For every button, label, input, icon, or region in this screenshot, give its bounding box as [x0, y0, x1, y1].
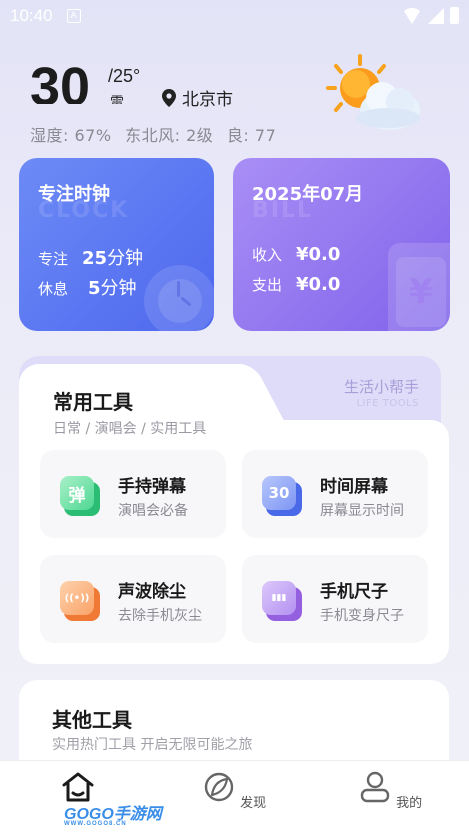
time-screen-icon: 30 [262, 476, 302, 516]
location-pin-icon [162, 88, 176, 107]
tool-soundwave[interactable]: ((•)) 声波除尘 去除手机灰尘 [40, 555, 226, 643]
temperature-low: /25° [108, 66, 141, 86]
focus-value: 25分钟 [82, 248, 144, 269]
tool-desc: 屏幕显示时间 [320, 503, 404, 519]
focus-clock-card[interactable]: 专注时钟 CLOCK 专注 25分钟 休息 5分钟 [19, 158, 214, 331]
income-label: 收入 [252, 246, 283, 264]
tool-name: 声波除尘 [118, 582, 186, 602]
status-bar: 10:40 A [0, 0, 469, 32]
income-row: 收入 ¥0.0 [252, 244, 340, 265]
humidity: 湿度: 67% [30, 126, 112, 145]
income-value: ¥0.0 [296, 244, 341, 265]
bill-card-watermark: BILL [252, 198, 313, 223]
tools-helper-en: LIFE TOOLS [356, 398, 419, 409]
tool-name: 手持弹幕 [118, 477, 186, 497]
location-name: 北京市 [182, 90, 233, 110]
weather-details: 湿度: 67% 东北风: 2级 良: 77 [30, 122, 284, 146]
tool-name: 时间屏幕 [320, 477, 388, 497]
temperature: 30 [30, 60, 91, 104]
user-icon [360, 771, 390, 803]
barrage-icon: 弹 [60, 476, 100, 516]
soundwave-icon: ((•)) [60, 581, 100, 621]
tools-helper-title: 生活小帮手 [343, 378, 419, 396]
expense-value: ¥0.0 [296, 274, 341, 295]
clock-hand-icon [177, 281, 180, 297]
tool-time-screen[interactable]: 30 时间屏幕 屏幕显示时间 [242, 450, 428, 538]
compass-leaf-icon [204, 772, 234, 802]
status-time: 10:40 [10, 6, 53, 25]
rest-value: 5分钟 [88, 278, 137, 299]
ruler-icon: ▮▮▮ [262, 581, 302, 621]
other-tools-subtitle: 实用热门工具 开启无限可能之旅 [52, 737, 253, 753]
tools-subtitle: 日常 / 演唱会 / 实用工具 [53, 421, 207, 437]
site-watermark-logo: GOGO手游网 WWW.GOGO8.CN [64, 806, 162, 827]
tool-desc: 去除手机灰尘 [118, 608, 202, 624]
tool-desc: 演唱会必备 [118, 503, 188, 519]
notification-icon: A [66, 9, 81, 23]
other-tools-title: 其他工具 [52, 708, 132, 732]
clock-icon [144, 265, 214, 331]
focus-row: 专注 25分钟 [38, 244, 143, 270]
clock-card-watermark: CLOCK [38, 198, 130, 223]
tool-ruler[interactable]: ▮▮▮ 手机尺子 手机变身尺子 [242, 555, 428, 643]
signal-icon [428, 7, 444, 24]
tool-name: 手机尺子 [320, 582, 388, 602]
tools-title: 常用工具 [53, 390, 133, 414]
weather-widget[interactable]: 30 /25° 雷 北京市 湿度: 67% 东北风: 2级 良: 77 [30, 54, 450, 150]
focus-label: 专注 [38, 250, 69, 268]
location[interactable]: 北京市 [162, 85, 233, 110]
yen-icon: ¥ [388, 243, 450, 331]
bill-card[interactable]: 2025年07月 BILL 收入 ¥0.0 支出 ¥0.0 ¥ [233, 158, 450, 331]
wifi-icon [402, 7, 422, 24]
nav-discover-label: 发现 [240, 796, 267, 811]
tool-desc: 手机变身尺子 [320, 608, 404, 624]
expense-row: 支出 ¥0.0 [252, 274, 340, 295]
nav-mine-label: 我的 [396, 796, 423, 811]
sun-cloud-icon [326, 54, 420, 130]
wind: 东北风: 2级 [125, 126, 214, 145]
nav-mine[interactable]: 我的 [350, 771, 430, 811]
rest-label: 休息 [38, 280, 69, 298]
status-indicators [402, 7, 459, 24]
tool-barrage[interactable]: 弹 手持弹幕 演唱会必备 [40, 450, 226, 538]
air-quality: 良: 77 [226, 126, 277, 145]
weather-condition: 雷 [110, 95, 124, 104]
nav-discover[interactable]: 发现 [194, 771, 274, 811]
battery-icon [450, 7, 459, 24]
rest-row: 休息 5分钟 [38, 274, 137, 300]
home-icon [62, 772, 94, 802]
common-tools-panel: 生活小帮手 LIFE TOOLS 常用工具 日常 / 演唱会 / 实用工具 弹 … [19, 356, 449, 664]
expense-label: 支出 [252, 276, 283, 294]
